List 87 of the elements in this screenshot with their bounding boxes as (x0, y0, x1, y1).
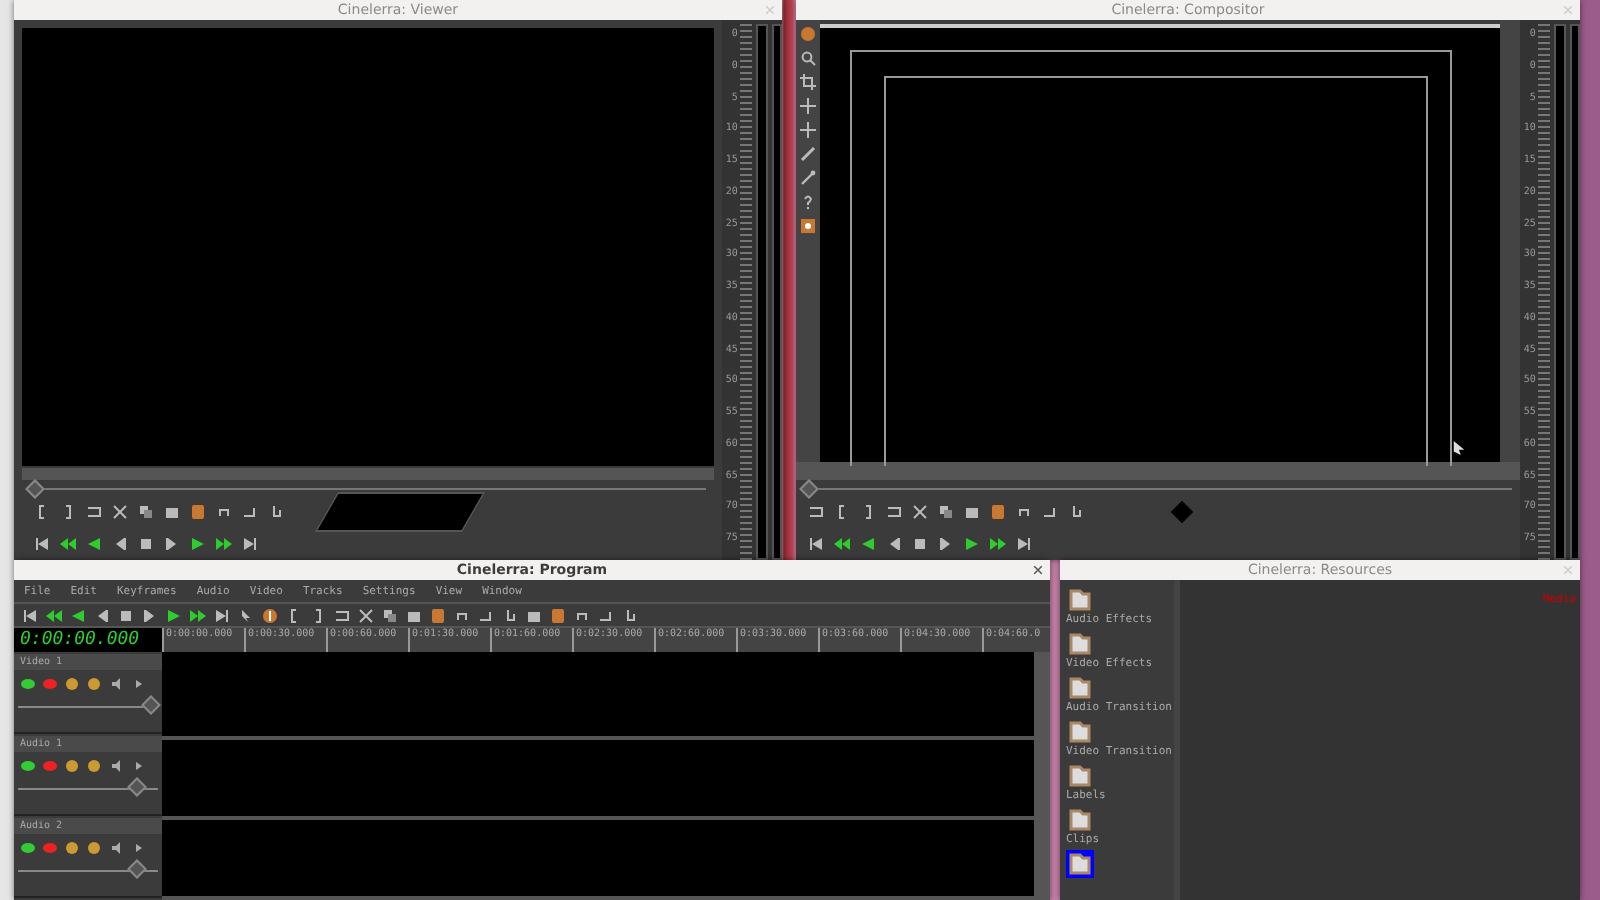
scrollbar[interactable] (1500, 20, 1520, 462)
label-icon[interactable] (190, 504, 206, 520)
folder-icon[interactable] (1066, 718, 1094, 746)
expand-icon[interactable] (130, 758, 146, 774)
right-bracket-icon[interactable] (860, 504, 876, 520)
protect-icon[interactable] (800, 218, 816, 234)
play-icon[interactable] (166, 607, 182, 623)
stop-icon[interactable] (912, 536, 928, 552)
mouse-pointer-icon (1452, 440, 1466, 456)
paste-icon[interactable] (964, 504, 980, 520)
label-icon[interactable] (550, 607, 566, 623)
fast-forward-icon[interactable] (990, 536, 1006, 552)
paste-icon[interactable] (526, 607, 542, 623)
folder-icon[interactable] (1066, 674, 1094, 702)
scissors-icon[interactable] (358, 607, 374, 623)
folder-icon[interactable] (1066, 630, 1094, 658)
reverse-play-icon[interactable] (70, 607, 86, 623)
scissors-icon[interactable] (112, 504, 128, 520)
to-start-icon[interactable] (22, 607, 38, 623)
play-track-icon[interactable] (20, 758, 36, 774)
folder-icon[interactable] (1066, 586, 1094, 614)
time-display: 0:00:00.000 (14, 628, 162, 652)
stop-icon[interactable] (138, 536, 154, 552)
fast-forward-icon[interactable] (216, 536, 232, 552)
left-bracket-icon[interactable] (286, 607, 302, 623)
stop-icon[interactable] (118, 607, 134, 623)
fast-rewind-icon[interactable] (60, 536, 76, 552)
to-start-icon[interactable] (34, 536, 50, 552)
frame-back-icon[interactable] (94, 607, 110, 623)
help-icon[interactable] (800, 194, 816, 210)
copy-icon[interactable] (138, 504, 154, 520)
scrollbar[interactable] (22, 468, 714, 478)
fader[interactable] (18, 860, 158, 880)
speaker-icon[interactable] (108, 840, 124, 856)
zoom-icon[interactable] (800, 50, 816, 66)
eyedropper-icon[interactable] (800, 170, 816, 186)
right-bracket-icon[interactable] (60, 504, 76, 520)
label-icon[interactable] (430, 607, 446, 623)
paste-icon[interactable] (164, 504, 180, 520)
play-track-icon[interactable] (20, 676, 36, 692)
paste-icon[interactable] (406, 607, 422, 623)
copy-icon[interactable] (938, 504, 954, 520)
right-bracket-icon[interactable] (310, 607, 326, 623)
speaker-icon[interactable] (108, 758, 124, 774)
frame-back-icon[interactable] (112, 536, 128, 552)
scissors-icon[interactable] (912, 504, 928, 520)
i-beam-icon[interactable] (262, 607, 278, 623)
folder-icon[interactable] (1066, 850, 1094, 878)
record-icon[interactable] (42, 676, 58, 692)
expand-icon[interactable] (130, 840, 146, 856)
speaker-icon[interactable] (108, 676, 124, 692)
to-end-icon[interactable] (1016, 536, 1032, 552)
frame-forward-icon[interactable] (938, 536, 954, 552)
record-icon[interactable] (42, 758, 58, 774)
folder-icon[interactable] (1066, 806, 1094, 834)
frame-back-icon[interactable] (886, 536, 902, 552)
reverse-play-icon[interactable] (860, 536, 876, 552)
reverse-play-icon[interactable] (86, 536, 102, 552)
fast-rewind-icon[interactable] (46, 607, 62, 623)
move-icon[interactable] (800, 122, 816, 138)
to-end-icon[interactable] (214, 607, 230, 623)
scrollbar[interactable] (1034, 652, 1050, 900)
folder-icon[interactable] (1066, 762, 1094, 790)
fast-forward-icon[interactable] (190, 607, 206, 623)
record-icon[interactable] (42, 840, 58, 856)
frame-forward-icon[interactable] (142, 607, 158, 623)
fast-rewind-icon[interactable] (834, 536, 850, 552)
move-icon[interactable] (800, 98, 816, 114)
scrollbar[interactable] (796, 462, 1520, 478)
play-icon[interactable] (964, 536, 980, 552)
play-icon[interactable] (190, 536, 206, 552)
arrow-pointer-icon[interactable] (238, 607, 254, 623)
to-end-icon[interactable] (242, 536, 258, 552)
left-bracket-icon[interactable] (834, 504, 850, 520)
to-start-icon[interactable] (808, 536, 824, 552)
pencil-icon[interactable] (800, 146, 816, 162)
crop-icon[interactable] (800, 74, 816, 90)
fader[interactable] (18, 696, 158, 716)
close-icon[interactable] (1032, 564, 1044, 576)
frame-forward-icon[interactable] (164, 536, 180, 552)
play-track-icon[interactable] (20, 840, 36, 856)
fader[interactable] (18, 778, 158, 798)
position-slider[interactable] (796, 478, 1520, 496)
copy-icon[interactable] (382, 607, 398, 623)
expand-icon[interactable] (130, 676, 146, 692)
label-icon[interactable] (990, 504, 1006, 520)
left-bracket-icon[interactable] (34, 504, 50, 520)
